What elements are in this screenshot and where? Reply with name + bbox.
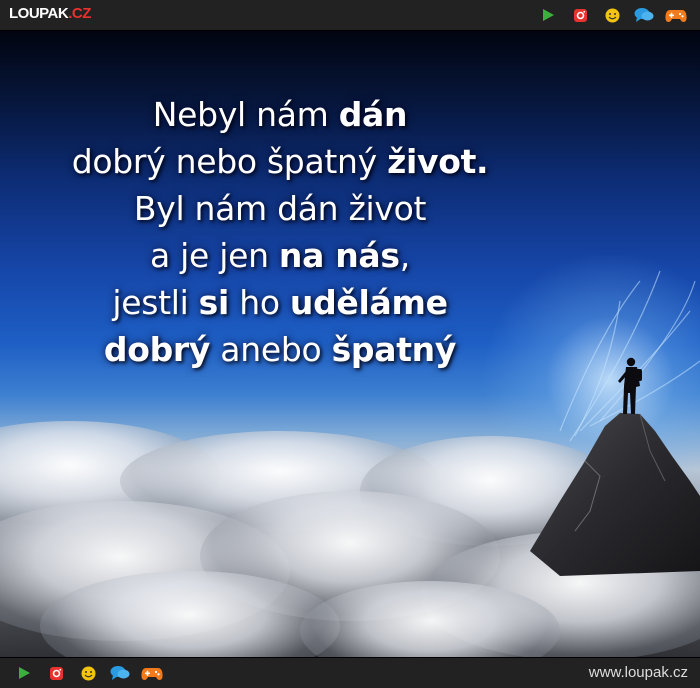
bottom-icon-bar (8, 663, 168, 683)
gamepad-icon[interactable] (660, 5, 692, 25)
quote-line: Byl nám dán život (0, 185, 560, 232)
quote-segment: Byl nám dán život (133, 189, 427, 228)
chat-icon[interactable] (628, 5, 660, 25)
quote-segment: dobrý nebo špatný (71, 142, 388, 181)
quote-bold-segment: život. (387, 142, 489, 181)
quote-bold-segment: dobrý (103, 330, 211, 369)
chat-icon[interactable] (104, 663, 136, 683)
quote-text: Nebyl nám dán dobrý nebo špatný život. B… (0, 91, 560, 373)
quote-image: Nebyl nám dán dobrý nebo špatný život. B… (0, 31, 700, 657)
instagram-icon[interactable] (564, 5, 596, 25)
gamepad-icon[interactable] (136, 663, 168, 683)
top-bar: LOUPAK.CZ (0, 0, 700, 31)
smiley-icon[interactable] (72, 663, 104, 683)
instagram-icon[interactable] (40, 663, 72, 683)
quote-line: a je jen na nás, (0, 232, 560, 279)
quote-segment: a je jen (150, 236, 279, 275)
quote-bold-segment: dán (338, 95, 408, 134)
bottom-bar: www.loupak.cz (0, 657, 700, 688)
play-icon[interactable] (532, 5, 564, 25)
hiker-silhouette (618, 357, 642, 414)
quote-line: jestli si ho uděláme (0, 279, 560, 326)
quote-segment: , (399, 236, 411, 275)
quote-segment: anebo (210, 330, 332, 369)
site-url[interactable]: www.loupak.cz (589, 664, 688, 681)
play-icon[interactable] (8, 663, 40, 683)
quote-line: Nebyl nám dán (0, 91, 560, 138)
smiley-icon[interactable] (596, 5, 628, 25)
quote-segment: Nebyl nám (152, 95, 339, 134)
logo-tld: .CZ (68, 5, 91, 22)
quote-bold-segment: uděláme (289, 283, 448, 322)
site-logo[interactable]: LOUPAK.CZ (9, 5, 91, 22)
logo-name: LOUPAK (9, 5, 69, 22)
quote-segment: jestli (112, 283, 199, 322)
quote-line: dobrý anebo špatný (0, 326, 560, 373)
quote-line: dobrý nebo špatný život. (0, 138, 560, 185)
quote-bold-segment: na nás (278, 236, 400, 275)
quote-bold-segment: špatný (331, 330, 457, 369)
top-icon-bar (532, 5, 692, 25)
quote-segment: ho (229, 283, 290, 322)
quote-bold-segment: si (198, 283, 230, 322)
